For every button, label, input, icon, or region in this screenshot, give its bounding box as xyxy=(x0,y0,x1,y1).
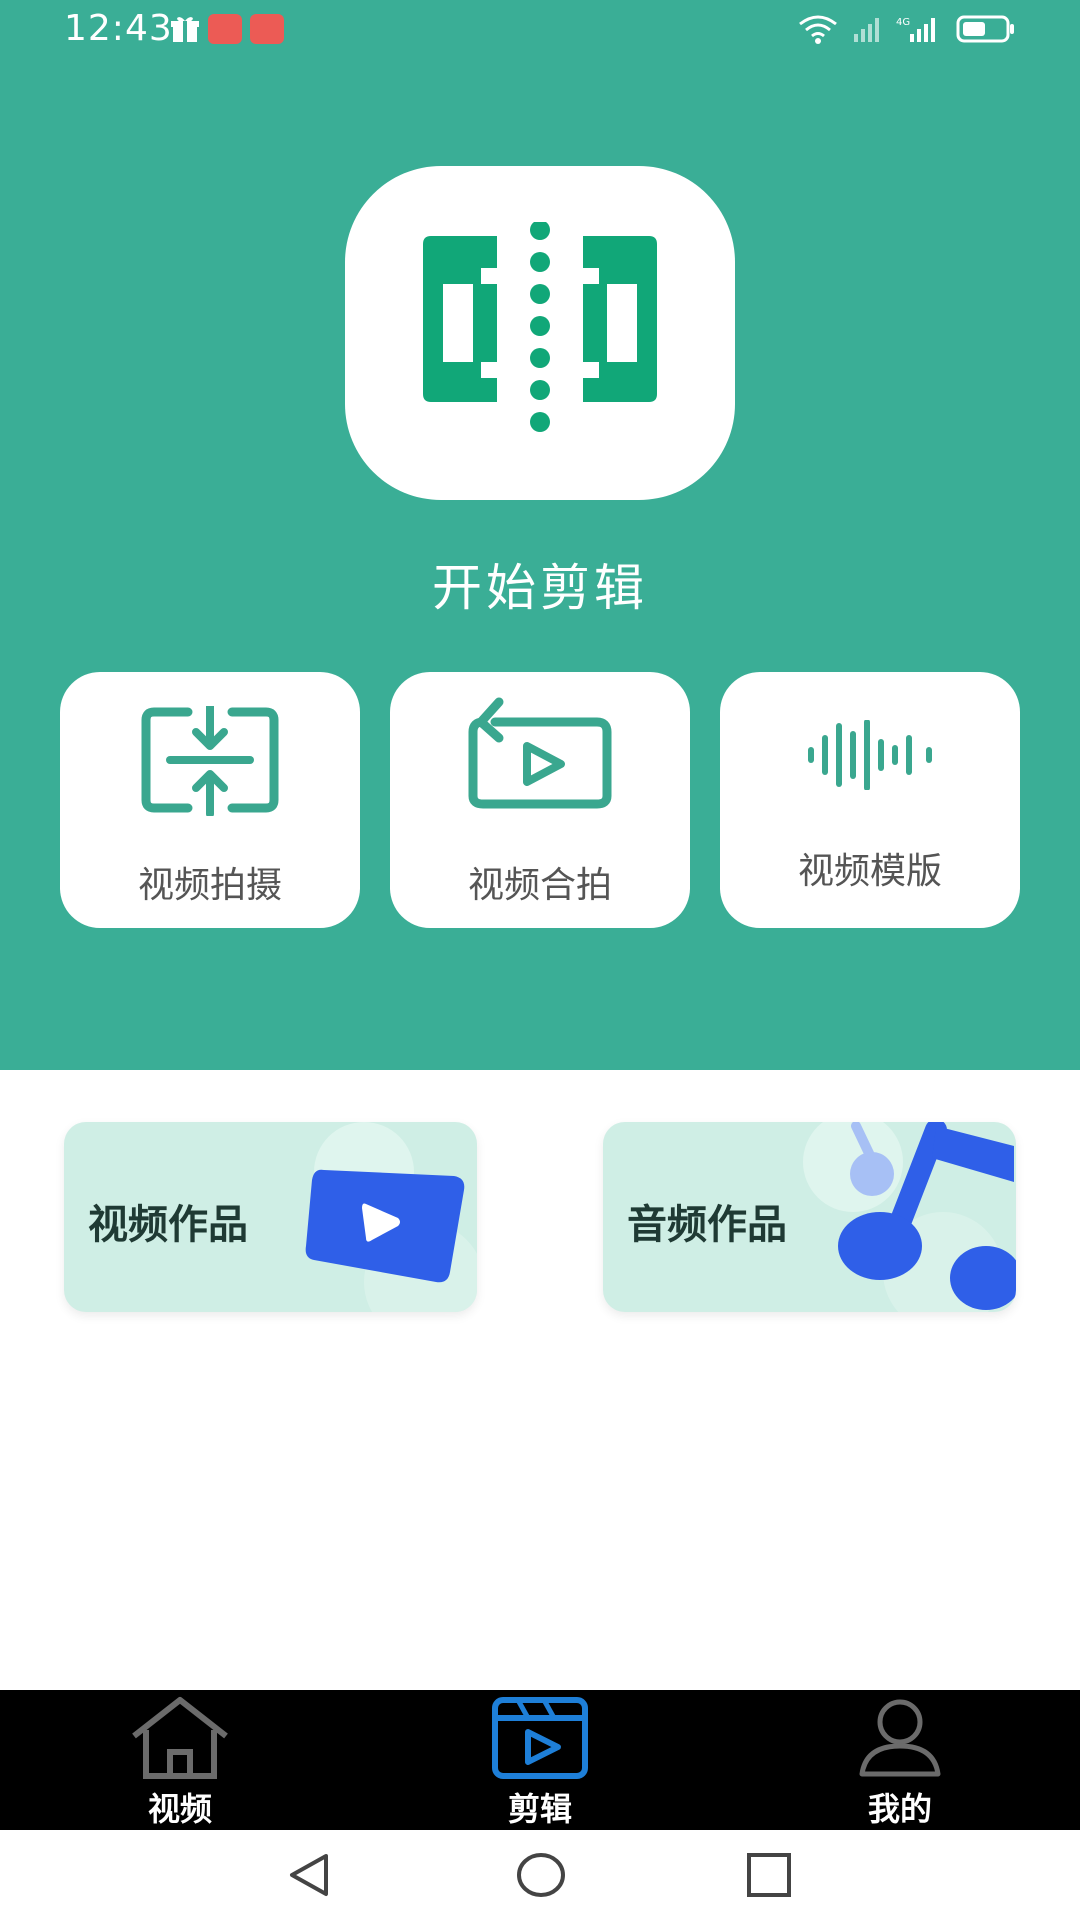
tab-mine-label: 我的 xyxy=(867,1790,932,1828)
wifi-icon xyxy=(799,15,837,44)
app-notification-icon xyxy=(250,14,284,44)
video-duet-card[interactable]: 视频合拍 xyxy=(390,672,690,928)
tab-mine[interactable]: 我的 xyxy=(800,1690,1000,1830)
audio-works-label: 音频作品 xyxy=(627,1202,787,1248)
signal-4g-icon: 4G xyxy=(896,17,935,42)
video-works-card[interactable]: 视频作品 xyxy=(64,1122,477,1312)
battery-icon xyxy=(956,15,1014,43)
video-template-label: 视频模版 xyxy=(797,851,942,892)
replay-video-icon xyxy=(468,697,612,809)
signal-weak-icon xyxy=(854,18,879,42)
status-right-icons: 4G xyxy=(798,14,1016,44)
gift-icon xyxy=(171,17,199,42)
status-time: 12:43 xyxy=(64,8,173,49)
svg-text:4G: 4G xyxy=(896,17,910,28)
clapperboard-icon xyxy=(492,1697,588,1779)
split-clip-icon xyxy=(423,222,657,432)
waveform-icon xyxy=(808,720,932,790)
video-play-icon xyxy=(305,1169,465,1283)
start-editing-title[interactable]: 开始剪辑 xyxy=(0,548,1080,620)
status-bar: 12:43 4G xyxy=(0,0,1080,64)
tab-edit[interactable]: 剪辑 xyxy=(440,1690,640,1830)
tab-video-label: 视频 xyxy=(147,1790,212,1828)
audio-works-card[interactable]: 音频作品 xyxy=(603,1122,1016,1312)
home-circle-icon[interactable] xyxy=(516,1852,566,1898)
music-note-icon xyxy=(838,1122,1016,1310)
video-shoot-card[interactable]: 视频拍摄 xyxy=(60,672,360,928)
video-shoot-label: 视频拍摄 xyxy=(137,865,282,906)
status-notification-icons xyxy=(170,14,284,44)
home-icon xyxy=(132,1697,228,1779)
video-template-card[interactable]: 视频模版 xyxy=(720,672,1020,928)
video-duet-label: 视频合拍 xyxy=(467,865,612,906)
app-notification-icon xyxy=(208,14,242,44)
hero-section: 12:43 4G 开始剪辑 视频拍摄 视频合拍 视频模版 xyxy=(0,0,1080,1070)
user-icon xyxy=(859,1699,941,1777)
video-works-label: 视频作品 xyxy=(88,1202,248,1248)
tab-video[interactable]: 视频 xyxy=(80,1690,280,1830)
app-logo xyxy=(345,166,735,500)
bottom-tab-bar: 视频 剪辑 我的 xyxy=(0,1690,1080,1830)
recents-icon[interactable] xyxy=(746,1852,792,1898)
compress-icon xyxy=(141,706,279,816)
system-navigation-bar xyxy=(0,1830,1080,1920)
back-icon[interactable] xyxy=(286,1852,332,1898)
tab-edit-label: 剪辑 xyxy=(507,1790,572,1828)
